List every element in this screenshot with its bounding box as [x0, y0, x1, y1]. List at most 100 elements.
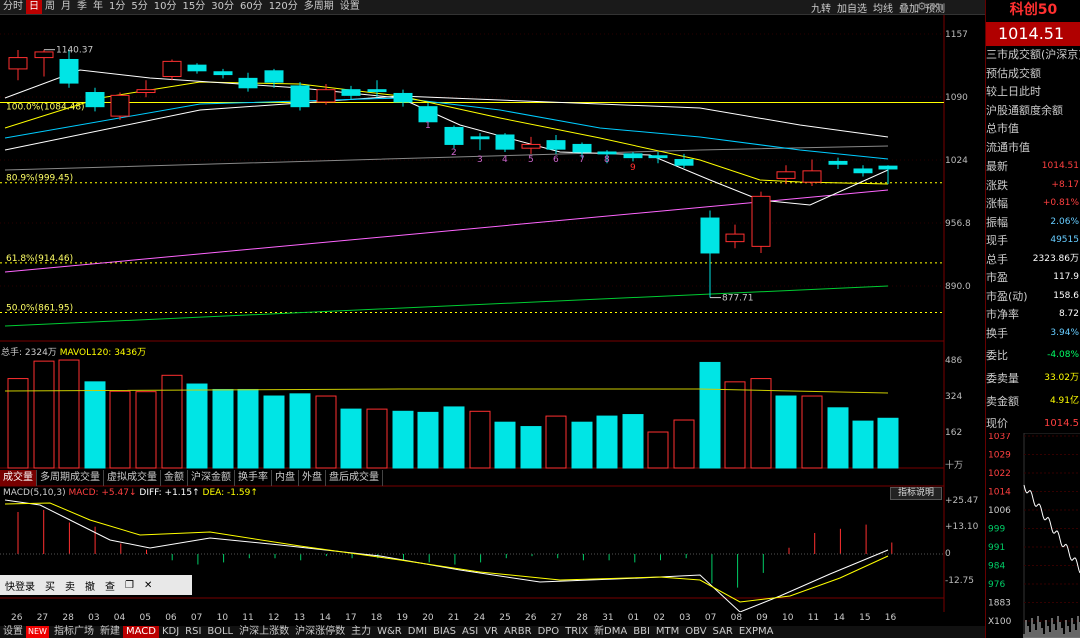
bottom-tab-15[interactable]: ARBR [501, 626, 535, 638]
indicator-tab-3[interactable]: 金额 [161, 470, 188, 486]
order-value: 4.91亿 [1049, 396, 1079, 406]
minute-tick: X100 [988, 617, 1012, 627]
new-badge: NEW [26, 626, 49, 638]
volume-bar [469, 410, 491, 469]
bottom-tab-11[interactable]: DMI [405, 626, 430, 638]
bottom-tab-3[interactable]: MACD [122, 626, 159, 638]
bottom-tab-7[interactable]: 沪深上涨数 [236, 626, 292, 638]
bottom-tab-9[interactable]: 主力 [348, 626, 374, 638]
volume-legend: 总手: 2324万 MAVOL120: 3436万 [1, 348, 146, 359]
trade-btn-1[interactable]: 买 [40, 578, 60, 593]
volume-tick: 162 [945, 428, 963, 438]
candle [521, 143, 541, 149]
quote-value: 2323.86万 [1032, 253, 1079, 264]
bottom-tab-16[interactable]: DPO [535, 626, 563, 638]
kline-chart-area[interactable]: 100.0%(1084.48) 80.9%(999.45) 61.8%(914.46… [0, 0, 945, 612]
candle [444, 126, 464, 145]
trade-btn-0[interactable]: 快登录 [0, 578, 40, 593]
price-tick: 1024 [945, 156, 968, 166]
bottom-tab-14[interactable]: VR [481, 626, 501, 638]
candle [136, 89, 156, 94]
candle [495, 134, 515, 150]
candle [34, 51, 54, 59]
minute-tick: 991 [988, 543, 1005, 553]
trade-btn-2[interactable]: 卖 [60, 578, 80, 593]
indicator-tab-7[interactable]: 外盘 [299, 470, 326, 486]
bottom-tab-4[interactable]: KDJ [159, 626, 182, 638]
date-tick: 12 [268, 613, 280, 623]
volume-bar [289, 393, 311, 469]
volume-bar [647, 431, 669, 469]
indicator-tab-1[interactable]: 多周期成交量 [37, 470, 104, 486]
bottom-tab-20[interactable]: MTM [653, 626, 682, 638]
volume-bar [520, 426, 542, 469]
indicator-tabs: 成交量 多周期成交量 虚拟成交量 金额 沪深金额 换手率 内盘 外盘 盘后成交量 [0, 470, 560, 486]
bottom-tab-21[interactable]: OBV [682, 626, 709, 638]
date-tick: 07 [190, 613, 203, 623]
candle [264, 70, 284, 83]
bottom-tab-5[interactable]: RSI [182, 626, 204, 638]
bottom-tab-18[interactable]: 新DMA [591, 626, 630, 638]
date-tick: 04 [113, 613, 126, 623]
trade-btn-3[interactable]: 撤 [80, 578, 100, 593]
td-sequence: 9 [630, 163, 636, 173]
indicator-tab-2[interactable]: 虚拟成交量 [104, 470, 161, 486]
bottom-tab-17[interactable]: TRIX [562, 626, 591, 638]
td-sequence: 8 [604, 155, 610, 165]
bottom-tab-23[interactable]: EXPMA [736, 626, 777, 638]
candle [802, 170, 822, 183]
index-price: 1014.51 [986, 22, 1080, 46]
price-tick: 956.8 [945, 219, 971, 229]
bottom-tab-0[interactable]: 设置 [0, 626, 26, 638]
volume-bar [571, 421, 593, 469]
date-tick: 07 [704, 613, 717, 623]
volume-bar [161, 374, 183, 469]
quote-label: 市盈(动) [986, 289, 1028, 303]
minute-chart[interactable]: 1037 1029 1022 1014 1006 999 991 984 976 1883 X100 [986, 433, 1080, 638]
indicator-tab-8[interactable]: 盘后成交量 [326, 470, 383, 486]
minute-tick: 1006 [988, 506, 1011, 516]
date-tick: 10 [782, 613, 794, 623]
date-tick: 21 [447, 613, 460, 623]
minute-label: 现价 [986, 417, 1008, 430]
volume-bar [33, 360, 55, 469]
bottom-tab-22[interactable]: SAR [710, 626, 736, 638]
volume-bar [622, 414, 644, 469]
bottom-tab-10[interactable]: W&R [374, 626, 405, 638]
bottom-tab-6[interactable]: BOLL [204, 626, 236, 638]
candle [367, 89, 387, 93]
volume-bar [392, 410, 414, 469]
trade-close-icon[interactable]: ✕ [139, 580, 157, 591]
volume-bar [340, 408, 362, 469]
bottom-tab-8[interactable]: 沪深涨停数 [292, 626, 348, 638]
indicator-tab-0[interactable]: 成交量 [0, 470, 37, 486]
candle [238, 77, 258, 89]
macd-tick: +13.10 [945, 522, 979, 532]
bottom-tab-1[interactable]: 指标广场 [51, 626, 97, 638]
indicator-tab-6[interactable]: 内盘 [272, 470, 299, 486]
window-icon[interactable]: ❐ [120, 580, 139, 591]
volume-bar [135, 391, 157, 469]
bottom-tab-12[interactable]: BIAS [430, 626, 459, 638]
macd-tick: 0 [945, 549, 951, 559]
candle [59, 58, 79, 84]
candle [213, 71, 233, 76]
indicator-tab-4[interactable]: 沪深金额 [188, 470, 235, 486]
candle [187, 64, 207, 72]
indicator-help-button[interactable]: 指标说明 [890, 487, 942, 500]
volume-bar [443, 406, 465, 469]
candle [751, 195, 771, 247]
indicator-tab-5[interactable]: 换手率 [235, 470, 272, 486]
volume-bar [801, 395, 823, 469]
price-tick: 1157 [945, 30, 968, 40]
trade-btn-4[interactable]: 查 [100, 578, 120, 593]
bottom-tab-19[interactable]: BBI [630, 626, 653, 638]
quote-value: 49515 [1050, 235, 1079, 245]
fib-label: 80.9%(999.45) [6, 174, 73, 184]
low-label: 877.71 [722, 294, 754, 304]
date-tick: 28 [576, 613, 588, 623]
macd-tick: +25.47 [945, 496, 979, 506]
bottom-tab-13[interactable]: ASI [459, 626, 481, 638]
bottom-tab-2[interactable]: 新建 [97, 626, 123, 638]
volume-bar [494, 421, 516, 469]
